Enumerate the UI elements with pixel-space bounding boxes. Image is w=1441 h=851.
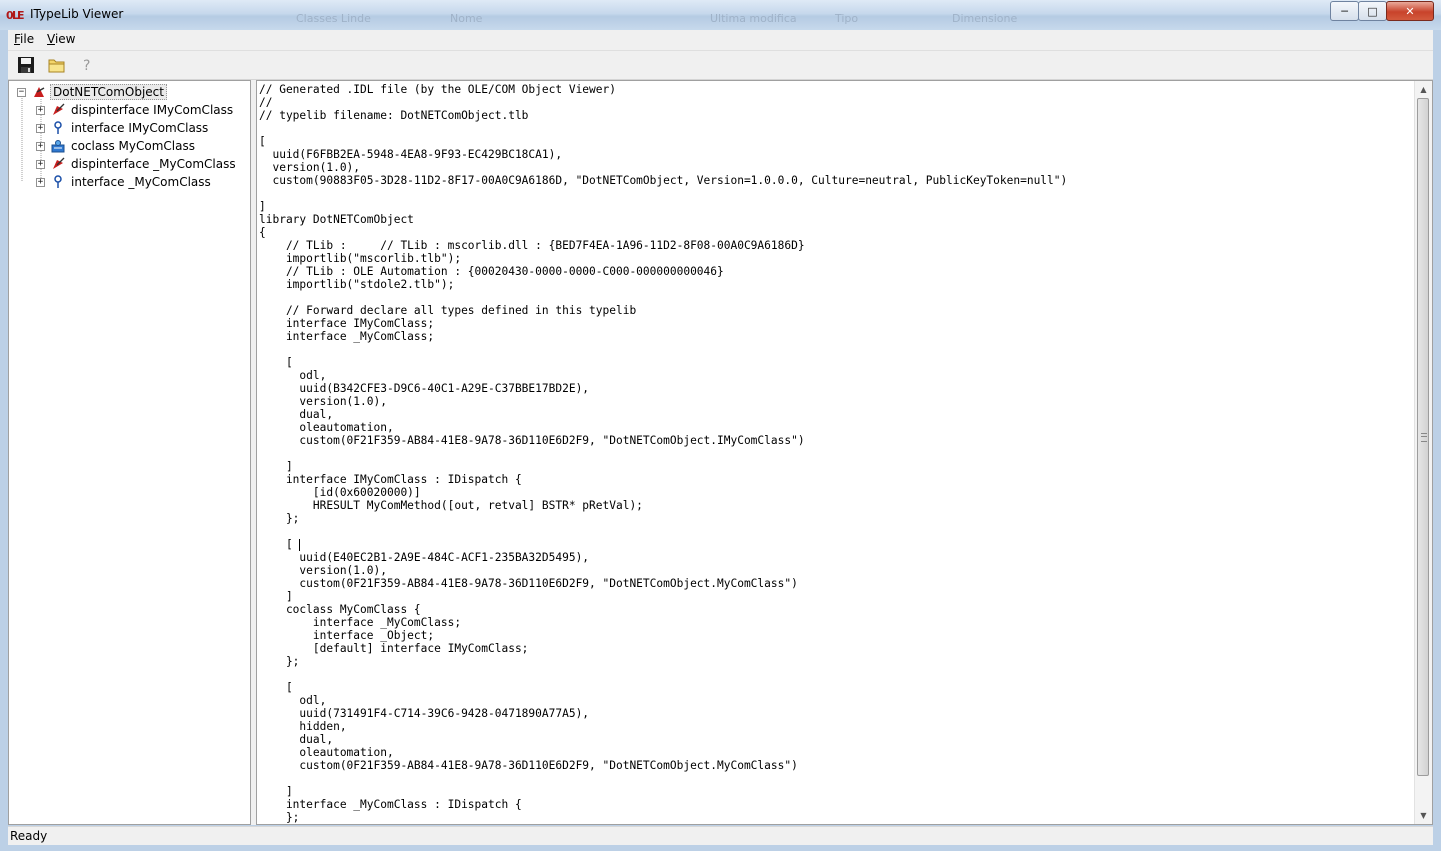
typelib-tree[interactable]: − DotNETComObject + dispinterface IMyCom… — [8, 80, 251, 825]
app-icon: 0 L E — [6, 9, 24, 22]
save-icon[interactable] — [17, 56, 35, 74]
help-icon[interactable]: ? — [79, 56, 97, 74]
tree-node-root[interactable]: − DotNETComObject — [17, 83, 167, 101]
status-bar: Ready — [8, 826, 1433, 845]
menu-label: iew — [54, 32, 76, 46]
vertical-scrollbar[interactable]: ▲ ▼ — [1414, 81, 1432, 824]
background-ghost-text: Dimensione — [952, 12, 1018, 25]
expand-toggle[interactable]: + — [36, 105, 45, 115]
coclass-icon — [51, 140, 65, 153]
idl-code-view[interactable]: // Generated .IDL file (by the OLE/COM O… — [256, 80, 1433, 825]
menu-file[interactable]: File — [14, 32, 34, 46]
grip-icon — [1421, 433, 1427, 442]
tree-node-label: interface IMyComClass — [71, 121, 209, 135]
interface-icon — [54, 121, 62, 134]
tree-node-label: coclass MyComClass — [71, 139, 195, 153]
scroll-down-arrow-icon[interactable]: ▼ — [1415, 807, 1432, 824]
background-ghost-text: Classes Linde — [296, 12, 371, 25]
tree-node-label: DotNETComObject — [50, 84, 167, 100]
collapse-toggle[interactable]: − — [17, 87, 26, 97]
tree-node-interface-imycomclass[interactable]: + interface IMyComClass — [36, 119, 210, 137]
expand-toggle[interactable]: + — [36, 177, 45, 187]
tree-node-label: dispinterface IMyComClass — [71, 103, 234, 117]
expand-toggle[interactable]: + — [36, 141, 45, 151]
menu-accelerator: V — [47, 32, 55, 46]
svg-text:?: ? — [83, 58, 90, 74]
scroll-up-arrow-icon[interactable]: ▲ — [1415, 81, 1432, 98]
window-title: ITypeLib Viewer — [30, 7, 124, 21]
tree-node-dispinterface-imycomclass[interactable]: + dispinterface IMyComClass — [36, 101, 235, 119]
scroll-thumb[interactable] — [1417, 98, 1429, 776]
open-folder-icon[interactable] — [48, 56, 66, 74]
svg-text:E: E — [17, 9, 24, 22]
menu-bar: File View — [8, 30, 1433, 51]
background-ghost-text: Nome — [450, 12, 483, 25]
minimize-button[interactable]: ─ — [1330, 1, 1359, 21]
expand-toggle[interactable]: + — [36, 159, 45, 169]
dispinterface-icon — [53, 157, 65, 169]
menu-label: ile — [20, 32, 35, 46]
toolbar: ? — [8, 51, 1433, 80]
text-caret — [299, 539, 300, 551]
interface-icon — [54, 175, 62, 188]
background-ghost-text: Tipo — [835, 12, 859, 25]
background-ghost-text: Ultima modifica — [710, 12, 797, 25]
typelib-icon — [34, 87, 45, 97]
tree-node-dispinterface-underscore-mycomclass[interactable]: + dispinterface _MyComClass — [36, 155, 238, 173]
close-button[interactable]: ✕ — [1386, 1, 1434, 21]
idl-source-text[interactable]: // Generated .IDL file (by the OLE/COM O… — [259, 83, 1067, 824]
tree-node-interface-underscore-mycomclass[interactable]: + interface _MyComClass — [36, 173, 213, 191]
window-controls: ─ □ ✕ — [1330, 1, 1434, 21]
menu-view[interactable]: View — [47, 32, 75, 46]
tree-node-label: interface _MyComClass — [71, 175, 211, 189]
title-bar: Classes Linde Nome Ultima modifica Tipo … — [0, 0, 1441, 30]
expand-toggle[interactable]: + — [36, 123, 45, 133]
status-text: Ready — [10, 829, 48, 843]
tree-node-label: dispinterface _MyComClass — [71, 157, 236, 171]
tree-node-coclass-mycomclass[interactable]: + coclass MyComClass — [36, 137, 197, 155]
maximize-button[interactable]: □ — [1358, 1, 1387, 21]
dispinterface-icon — [53, 103, 65, 115]
